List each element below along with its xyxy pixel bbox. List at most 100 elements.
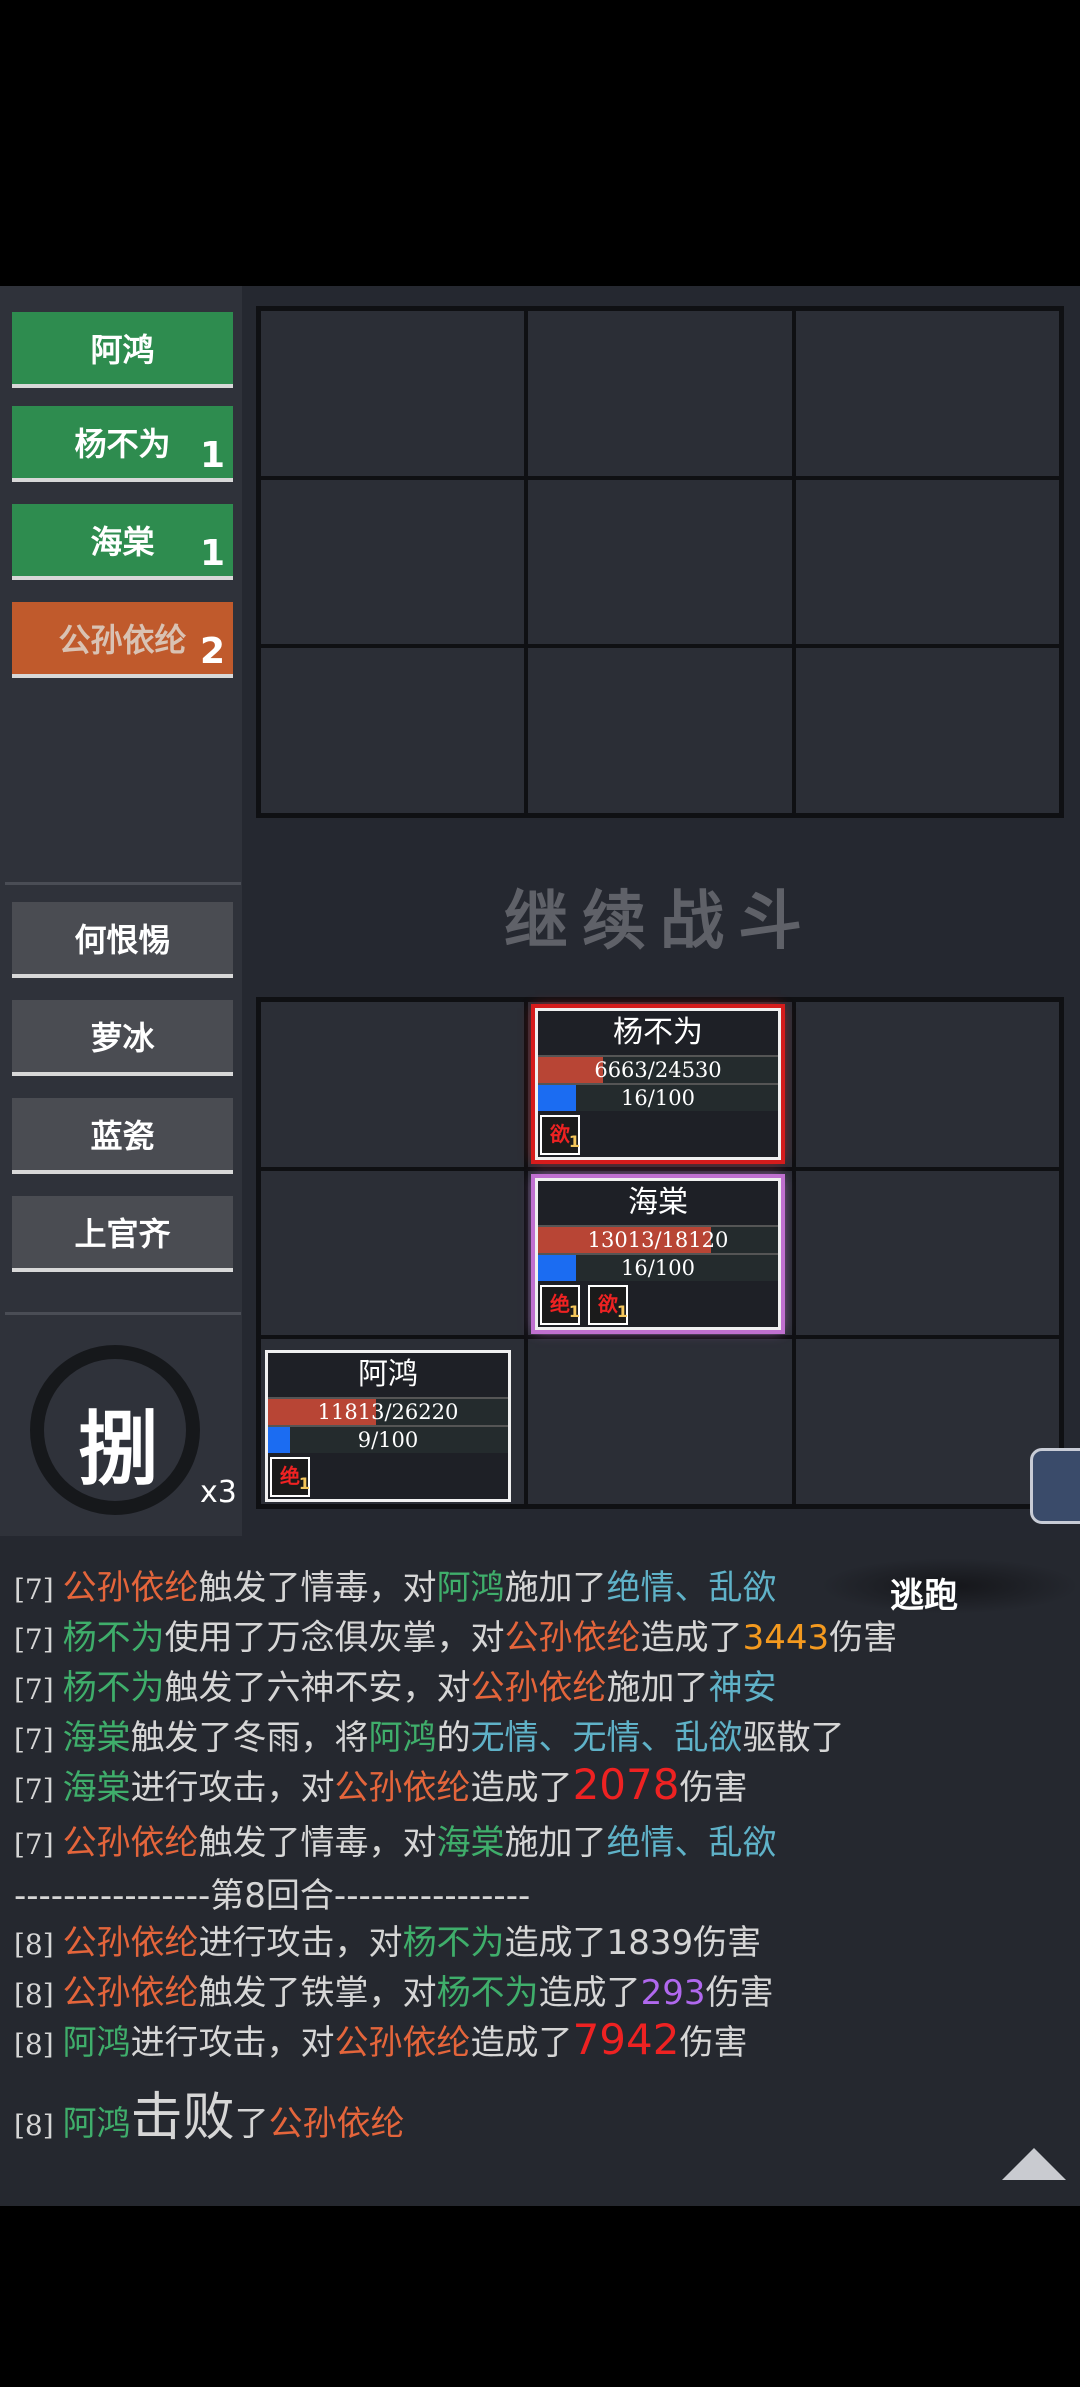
grid-cell[interactable] xyxy=(526,309,794,478)
side-drawer-tab[interactable] xyxy=(1030,1448,1080,1524)
mp-bar: 16/100 xyxy=(538,1253,778,1281)
log-segment: 使用了万念俱灰掌，对 xyxy=(164,1618,505,1658)
log-line: [7] 海棠进行攻击，对公孙依纶造成了2078伤害 xyxy=(14,1760,747,1809)
log-segment: 进行攻击，对 xyxy=(198,1923,403,1963)
continue-battle-button[interactable]: 继续战斗 xyxy=(256,870,1064,962)
log-segment: [7] xyxy=(14,1623,63,1656)
unit-card-ahong[interactable]: 阿鸿 11813/26220 9/100 绝1 xyxy=(265,1350,511,1502)
unit-button-hehenti[interactable]: 何恨惕 xyxy=(12,902,233,978)
grid-cell[interactable] xyxy=(526,646,794,815)
log-segment: [7] xyxy=(14,1673,63,1706)
log-segment: [8] xyxy=(14,2109,63,2142)
log-line: [8] 公孙依纶触发了铁掌，对杨不为造成了293伤害 xyxy=(14,1965,773,2014)
log-segment: 阿鸿 xyxy=(62,2104,131,2144)
log-segment: 驱散了 xyxy=(742,1718,845,1758)
log-segment: 触发了六神不安，对 xyxy=(164,1668,471,1708)
log-segment: 造成了 xyxy=(538,1973,641,2013)
log-segment: 海棠 xyxy=(62,1718,131,1758)
log-segment: 了 xyxy=(234,2104,269,2144)
log-segment: 造成了 xyxy=(470,1768,573,1808)
unit-button-lanci[interactable]: 蓝瓷 xyxy=(12,1098,233,1174)
log-segment: 公孙依纶 xyxy=(62,1973,199,2013)
unit-name: 海棠 xyxy=(628,1185,688,1220)
log-segment: 公孙依纶 xyxy=(470,1668,607,1708)
buff-ruthless-icon[interactable]: 绝1 xyxy=(540,1285,580,1325)
grid-cell[interactable] xyxy=(259,1168,527,1338)
log-line: [7] 杨不为触发了六神不安，对公孙依纶施加了神安 xyxy=(14,1660,777,1709)
log-segment: 造成了1839伤害 xyxy=(504,1923,762,1963)
scroll-up-arrow-icon[interactable] xyxy=(1002,2148,1066,2180)
log-segment: 阿鸿 xyxy=(62,2023,131,2063)
flee-button[interactable]: 逃跑 xyxy=(890,1568,958,1617)
log-segment: 伤害 xyxy=(829,1618,898,1658)
grid-cell[interactable] xyxy=(259,477,527,647)
log-segment: 海棠 xyxy=(436,1823,505,1863)
grid-cell[interactable] xyxy=(793,309,1061,478)
log-segment: 293 xyxy=(640,1973,706,2013)
log-segment: 公孙依纶 xyxy=(62,1923,199,1963)
log-segment: 阿鸿 xyxy=(436,1568,505,1608)
log-line: [8] 公孙依纶进行攻击，对杨不为造成了1839伤害 xyxy=(14,1915,761,1964)
log-segment: 进行攻击，对 xyxy=(130,1768,335,1808)
unit-button-shangguanqi[interactable]: 上官齐 xyxy=(12,1196,233,1272)
hp-bar: 11813/26220 xyxy=(268,1397,508,1425)
log-segment: 公孙依纶 xyxy=(62,1568,199,1608)
buff-desire-icon[interactable]: 欲1 xyxy=(588,1285,628,1325)
log-line: [7] 海棠触发了冬雨，将阿鸿的无情、无情、乱欲驱散了 xyxy=(14,1710,845,1759)
grid-cell[interactable] xyxy=(526,1337,794,1506)
unit-card-haitang[interactable]: 海棠 13013/18120 16/100 绝1 欲1 xyxy=(535,1178,781,1330)
log-segment: 造成了 xyxy=(470,2023,573,2063)
log-segment: [7] xyxy=(14,1723,63,1756)
log-segment: 击败 xyxy=(130,2088,235,2148)
grid-cell[interactable] xyxy=(259,1000,527,1169)
grid-cell[interactable] xyxy=(259,646,527,815)
log-segment: 触发了情毒，对 xyxy=(198,1823,437,1863)
log-line: [8] 阿鸿击败了公孙依纶 xyxy=(14,2075,405,2150)
log-segment: 的 xyxy=(436,1718,471,1758)
unit-button-ahong[interactable]: 阿鸿 xyxy=(12,312,233,388)
log-segment: 2078 xyxy=(572,1760,680,1809)
log-segment: 进行攻击，对 xyxy=(130,2023,335,2063)
log-line: [7] 公孙依纶触发了情毒，对海棠施加了绝情、乱欲 xyxy=(14,1815,777,1864)
log-segment: 公孙依纶 xyxy=(334,2023,471,2063)
mp-bar: 16/100 xyxy=(538,1083,778,1111)
log-segment: 公孙依纶 xyxy=(62,1823,199,1863)
hp-bar: 13013/18120 xyxy=(538,1225,778,1253)
unit-card-yang[interactable]: 杨不为 6663/24530 16/100 欲1 xyxy=(535,1008,781,1160)
log-segment: 触发了冬雨，将 xyxy=(130,1718,369,1758)
grid-cell[interactable] xyxy=(793,1337,1061,1506)
grid-cell[interactable] xyxy=(793,477,1061,647)
buff-ruthless-icon[interactable]: 绝1 xyxy=(270,1457,310,1497)
battle-log: [7] 公孙依纶触发了情毒，对阿鸿施加了绝情、乱欲 [7] 杨不为使用了万念俱灰掌… xyxy=(0,1540,1080,2206)
log-segment: [7] xyxy=(14,1828,63,1861)
log-segment: 阿鸿 xyxy=(368,1718,437,1758)
log-segment: 绝情、乱欲 xyxy=(606,1823,777,1863)
log-segment: [7] xyxy=(14,1573,63,1606)
unit-button-yang[interactable]: 杨不为 1 xyxy=(12,406,233,482)
log-line: [7] 公孙依纶触发了情毒，对阿鸿施加了绝情、乱欲 xyxy=(14,1560,777,1609)
unit-button-gongsun[interactable]: 公孙依纶 2 xyxy=(12,602,233,678)
grid-cell[interactable] xyxy=(793,646,1061,815)
unit-name: 阿鸿 xyxy=(358,1357,418,1392)
log-segment: 施加了 xyxy=(504,1823,607,1863)
grid-cell[interactable] xyxy=(793,1000,1061,1169)
grid-cell[interactable] xyxy=(259,309,527,478)
mp-bar: 9/100 xyxy=(268,1425,508,1453)
grid-cell[interactable] xyxy=(526,477,794,647)
buff-desire-icon[interactable]: 欲1 xyxy=(540,1115,580,1155)
log-segment: 神安 xyxy=(708,1668,777,1708)
log-segment: 伤害 xyxy=(679,2023,748,2063)
unit-button-luobing[interactable]: 萝冰 xyxy=(12,1000,233,1076)
log-line: [7] 杨不为使用了万念俱灰掌，对公孙依纶造成了3443伤害 xyxy=(14,1610,897,1659)
speed-multiplier-button[interactable]: 捌 x3 xyxy=(30,1345,237,1525)
unit-count: 2 xyxy=(199,631,225,672)
log-segment: 公孙依纶 xyxy=(504,1618,641,1658)
log-segment: 绝情、乱欲 xyxy=(606,1568,777,1608)
log-segment: [8] xyxy=(14,2028,63,2061)
unit-count: 1 xyxy=(199,435,225,476)
unit-button-haitang[interactable]: 海棠 1 xyxy=(12,504,233,580)
log-segment: 施加了 xyxy=(504,1568,607,1608)
log-segment: [7] xyxy=(14,1773,63,1806)
log-segment: 施加了 xyxy=(606,1668,709,1708)
grid-cell[interactable] xyxy=(793,1168,1061,1338)
